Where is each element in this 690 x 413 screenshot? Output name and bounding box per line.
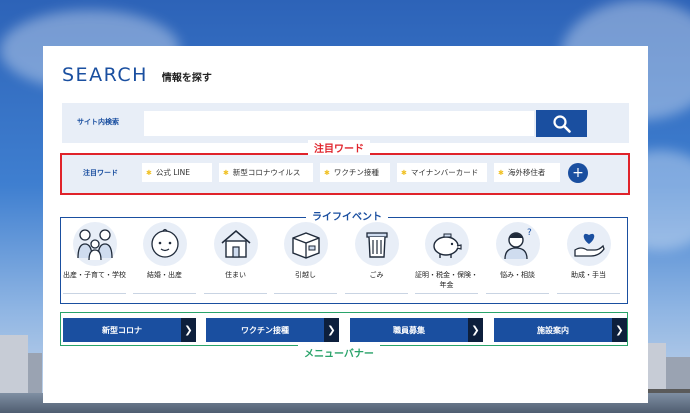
box-icon	[291, 232, 320, 259]
life-event-item[interactable]: ? 悩み・相談	[486, 222, 549, 294]
site-search: サイト内検索	[62, 103, 629, 143]
title-jp: 情報を探す	[161, 73, 212, 84]
life-event-item[interactable]: 証明・税金・保険・年金	[415, 222, 478, 294]
life-event-label: 引越し	[295, 271, 316, 279]
menu-banner-label: 職員募集	[393, 325, 425, 335]
life-event-label: ごみ	[369, 271, 384, 279]
search-input[interactable]	[144, 111, 534, 136]
life-event-item[interactable]: 結婚・出産	[133, 222, 196, 294]
menu-banner-button[interactable]: 施設案内 ❯	[494, 318, 627, 342]
keyword-frame	[60, 153, 630, 195]
menu-banner-label: 施設案内	[537, 325, 569, 335]
life-event-label: 結婚・出産	[147, 271, 182, 279]
life-event-label: 悩み・相談	[500, 271, 535, 279]
menu-banner-label: ワクチン接種	[241, 325, 289, 335]
page-title: SEARCH 情報を探す	[62, 64, 212, 86]
consultation-icon: ?	[503, 228, 532, 260]
chevron-right-icon: ❯	[181, 318, 196, 342]
divider	[63, 292, 126, 294]
menu-banner-label: 新型コロナ	[102, 325, 142, 335]
chevron-right-icon: ❯	[324, 318, 339, 342]
divider	[486, 292, 549, 294]
divider	[345, 292, 408, 294]
divider	[415, 292, 478, 294]
search-icon	[552, 114, 571, 133]
life-event-item[interactable]: 住まい	[204, 222, 267, 294]
piggy-bank-icon	[432, 233, 462, 258]
life-event-label: 証明・税金・保険・年金	[415, 271, 478, 289]
svg-text:?: ?	[527, 228, 532, 238]
trash-icon	[365, 232, 388, 258]
keyword-frame-label: 注目ワード	[308, 140, 370, 155]
search-button[interactable]	[536, 110, 587, 137]
chevron-right-icon: ❯	[612, 318, 627, 342]
search-label: サイト内検索	[77, 118, 119, 126]
family-icon	[76, 229, 113, 261]
title-en: SEARCH	[62, 64, 148, 86]
life-event-item[interactable]: 出産・子育て・学校	[63, 222, 126, 294]
menu-banner-button[interactable]: ワクチン接種 ❯	[206, 318, 339, 342]
baby-icon	[150, 228, 179, 258]
life-event-label: 住まい	[225, 271, 246, 279]
heart-hand-icon	[573, 233, 605, 257]
life-event-item[interactable]: ごみ	[345, 222, 408, 294]
search-panel: SEARCH 情報を探す サイト内検索 注目ワード ✱ 公式 LINE ✱ 新型コロ…	[43, 46, 648, 403]
divider	[274, 292, 337, 294]
chevron-right-icon: ❯	[468, 318, 483, 342]
menu-banner-button[interactable]: 新型コロナ ❯	[63, 318, 196, 342]
menu-banner-button[interactable]: 職員募集 ❯	[350, 318, 483, 342]
divider	[133, 292, 196, 294]
life-event-item[interactable]: 引越し	[274, 222, 337, 294]
menu-banner-frame-label: メニューバナー	[298, 345, 380, 360]
divider	[204, 292, 267, 294]
divider	[557, 292, 620, 294]
house-icon	[221, 230, 250, 258]
life-event-item[interactable]: 助成・手当	[557, 222, 620, 294]
life-event-label: 助成・手当	[571, 271, 606, 279]
life-event-frame-label: ライフイベント	[306, 208, 388, 223]
life-event-label: 出産・子育て・学校	[63, 271, 126, 279]
